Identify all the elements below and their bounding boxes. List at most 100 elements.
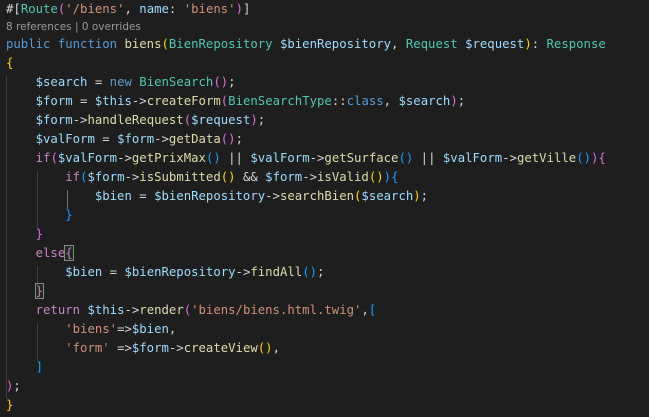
variable: $bienRepository — [124, 265, 236, 279]
code-line[interactable]: } — [6, 225, 43, 244]
semicolon: ; — [257, 113, 266, 127]
code-line-signature[interactable]: public function biens(BienRepository $bi… — [6, 35, 606, 54]
code-line-route-attribute[interactable]: #[Route('/biens', name: 'biens')] — [6, 0, 250, 19]
comma: , — [168, 322, 177, 336]
variable: $bien — [131, 322, 169, 336]
route-path-string: '/biens' — [65, 2, 125, 16]
code-line[interactable]: ] — [6, 358, 43, 377]
variable: $search — [361, 189, 414, 203]
paren: ) — [383, 170, 392, 184]
arrow: -> — [502, 151, 517, 165]
variable: $form — [131, 341, 169, 355]
semicolon: ; — [420, 189, 429, 203]
paren: () — [576, 151, 591, 165]
paren: () — [205, 151, 221, 165]
arrow: -> — [168, 341, 184, 355]
code-editor[interactable]: #[Route('/biens', name: 'biens')] 8 refe… — [0, 0, 649, 417]
paren: ) — [450, 94, 458, 108]
code-line[interactable]: else{ — [6, 244, 74, 263]
scope-operator: :: — [331, 94, 347, 108]
code-line[interactable]: $bien = $bienRepository->findAll(); — [6, 263, 324, 282]
method-name: isSubmitted — [139, 170, 221, 184]
paren: () — [220, 132, 236, 146]
named-argument: name — [139, 2, 169, 16]
array-key-string: 'form' — [65, 341, 110, 355]
arrow: -> — [309, 151, 325, 165]
method-name: findAll — [250, 265, 303, 279]
code-line[interactable]: $valForm = $form->getData(); — [6, 130, 243, 149]
codelens-overrides-link[interactable]: 0 overrides — [82, 21, 141, 33]
method-name: handleRequest — [87, 113, 184, 127]
paren: () — [257, 341, 273, 355]
semicolon: ; — [235, 132, 243, 146]
code-line[interactable]: } — [6, 282, 45, 301]
variable: $this — [94, 94, 132, 108]
variable: $valForm — [57, 151, 118, 165]
code-line[interactable]: { — [6, 54, 13, 73]
code-line[interactable]: if($form->isSubmitted() && $form->isVali… — [6, 168, 398, 187]
variable: $valForm — [35, 132, 95, 146]
keyword: function — [57, 37, 118, 51]
method-name: createView — [183, 341, 258, 355]
codelens: 8 references | 0 overrides — [6, 20, 141, 34]
comma: , — [383, 94, 399, 108]
function-name: biens — [124, 37, 162, 51]
brace: { — [598, 151, 606, 165]
arrow: -> — [302, 170, 318, 184]
class-name: BienSearch — [139, 75, 214, 89]
variable: $form — [265, 170, 303, 184]
brace: } — [6, 398, 14, 412]
variable: $form — [35, 94, 73, 108]
paren: ( — [183, 113, 192, 127]
route-name-string: 'biens' — [183, 2, 236, 16]
parameter: $request — [465, 37, 525, 51]
parameter: $bienRepository — [279, 37, 392, 51]
paren: () — [213, 75, 229, 89]
operator: = — [102, 265, 125, 279]
type-name: BienRepository — [168, 37, 273, 51]
code-line[interactable]: $form->handleRequest($request); — [6, 111, 266, 130]
code-line[interactable]: $form = $this->createForm(BienSearchType… — [6, 92, 466, 111]
variable: $form — [117, 132, 155, 146]
method-name: getData — [168, 132, 221, 146]
bracket: [ — [368, 303, 377, 317]
return-type: Response — [546, 37, 606, 51]
matched-brace: { — [64, 245, 74, 261]
semicolon: ; — [317, 265, 325, 279]
paren: ) — [524, 37, 532, 51]
paren: () — [368, 170, 384, 184]
paren: ) — [250, 113, 258, 127]
brace: } — [65, 208, 73, 222]
code-line[interactable]: } — [6, 396, 13, 415]
code-line[interactable]: } — [6, 206, 73, 225]
arrow: -> — [131, 94, 147, 108]
paren: ( — [50, 151, 58, 165]
codelens-references-link[interactable]: 8 references — [6, 21, 72, 33]
variable: $bienRepository — [154, 189, 266, 203]
brace: { — [6, 56, 14, 70]
brace: { — [391, 170, 399, 184]
matched-brace: } — [34, 283, 45, 299]
keyword: return — [35, 303, 81, 317]
variable: $request — [191, 113, 251, 127]
code-line[interactable]: $search = new BienSearch(); — [6, 73, 236, 92]
attribute-name: Route — [20, 2, 58, 16]
variable: $search — [35, 75, 88, 89]
keyword: public — [6, 37, 51, 51]
code-line[interactable]: ); — [6, 377, 21, 396]
code-line[interactable]: 'form' =>$form->createView(), — [6, 339, 280, 358]
brace: } — [35, 227, 44, 241]
code-line[interactable]: return $this->render('biens/biens.html.t… — [6, 301, 377, 320]
code-line[interactable]: if($valForm->getPrixMax() || $valForm->g… — [6, 149, 606, 168]
comma: , — [272, 341, 280, 355]
code-line[interactable]: 'biens'=>$bien, — [6, 320, 176, 339]
keyword: new — [109, 75, 132, 89]
code-line[interactable]: $bien = $bienRepository->searchBien($sea… — [6, 187, 428, 206]
paren: () — [398, 151, 414, 165]
arrow: -> — [72, 113, 88, 127]
semicolon: ; — [13, 379, 21, 393]
colon: : — [168, 2, 184, 16]
variable: $bien — [94, 189, 132, 203]
comma: , — [391, 37, 406, 51]
class-name: BienSearchType — [228, 94, 332, 108]
